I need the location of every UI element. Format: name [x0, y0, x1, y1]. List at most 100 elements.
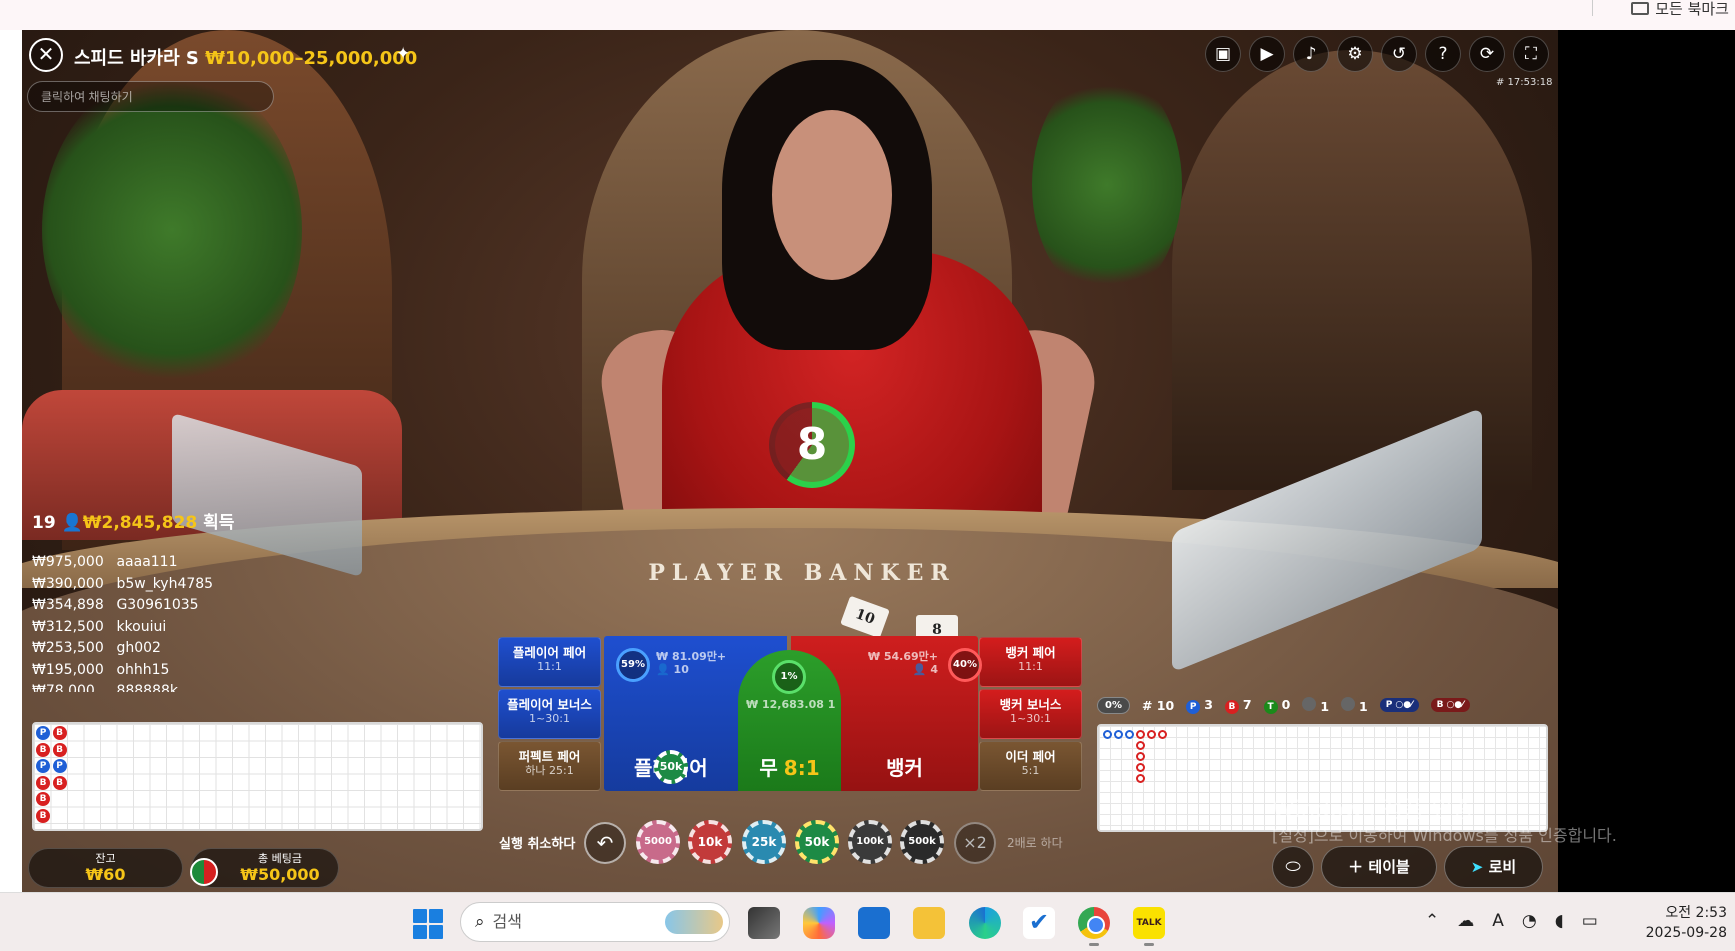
- speaker-icon[interactable]: ◖: [1555, 911, 1564, 931]
- banker-bet-stats: ₩ 54.69만+ 👤 4: [862, 650, 938, 676]
- taskbar-search[interactable]: ⌕ 검색: [460, 902, 730, 942]
- undo-button[interactable]: ↶: [584, 822, 626, 864]
- bead-player: P: [36, 759, 50, 773]
- road-mark: [1103, 730, 1112, 739]
- viewport-side-bar: [1558, 30, 1735, 892]
- settings-icon[interactable]: ⚙: [1337, 36, 1373, 72]
- all-bookmarks-label: 모든 북마크: [1655, 0, 1729, 18]
- top-control-bar: ▣ ▶ ♪ ⚙ ↺ ? ⟳ ⛶: [1205, 36, 1549, 72]
- bead-player: P: [36, 726, 50, 740]
- chevron-up-icon[interactable]: ⌃: [1425, 911, 1439, 931]
- bet-countdown-timer: 8: [769, 402, 855, 488]
- dealer-face: [772, 110, 892, 280]
- bet-odds: 5:1: [1021, 764, 1040, 777]
- undo-label: 실행 취소하다: [499, 837, 576, 852]
- road-mark: [1136, 752, 1145, 761]
- chip-100k[interactable]: 100k: [848, 820, 892, 864]
- winner-amount: ₩253,500: [32, 640, 104, 656]
- search-icon: ⌕: [475, 912, 485, 932]
- tie-bet-area[interactable]: 1% ₩ 12,683.08 1 무 8:1: [738, 650, 841, 791]
- bead-banker: B: [36, 792, 50, 806]
- kakaotalk-icon[interactable]: TALK: [1133, 907, 1165, 939]
- network-icon[interactable]: ⟳: [1469, 36, 1505, 72]
- banker-prediction-button[interactable]: B ○●⁄: [1430, 698, 1470, 712]
- winner-user: aaaa111: [116, 554, 178, 570]
- bet-label: 플레이어 보너스: [507, 697, 592, 712]
- bet-label: 뱅커 페어: [1005, 645, 1056, 660]
- chip-25k[interactable]: 25k: [742, 820, 786, 864]
- volume-icon[interactable]: ♪: [1293, 36, 1329, 72]
- placed-chip: 50k: [654, 750, 688, 784]
- road-mark: [1158, 730, 1167, 739]
- pin-icon[interactable]: ✦: [396, 44, 410, 64]
- onedrive-icon[interactable]: ☁: [1457, 911, 1474, 931]
- video-icon[interactable]: ▶: [1249, 36, 1285, 72]
- todo-icon[interactable]: ✔: [1023, 907, 1055, 939]
- help-icon[interactable]: ?: [1425, 36, 1461, 72]
- winner-row: ₩354,898 G30961035: [32, 595, 213, 617]
- perfect-pair-bet[interactable]: 퍼펙트 페어 하나 25:1: [498, 741, 601, 791]
- folder-icon: [1631, 1, 1650, 15]
- bead-banker: B: [52, 742, 67, 757]
- close-icon[interactable]: ✕: [29, 38, 63, 72]
- bet-odds: 하나 25:1: [525, 764, 574, 777]
- balance-label: 잔고: [95, 852, 116, 865]
- winner-user: kkouiui: [116, 618, 167, 635]
- ime-icon[interactable]: A: [1492, 911, 1504, 931]
- banker-pair-bet[interactable]: 뱅커 페어 11:1: [979, 637, 1082, 687]
- battery-icon[interactable]: ▭: [1582, 911, 1598, 931]
- add-table-button[interactable]: ＋ 테이블: [1321, 846, 1437, 888]
- windows-start-icon[interactable]: [413, 909, 443, 939]
- fullscreen-icon[interactable]: ⛶: [1513, 36, 1549, 72]
- chip-5000[interactable]: 5000: [636, 820, 680, 864]
- history-icon[interactable]: ↺: [1381, 36, 1417, 72]
- chat-icon[interactable]: ▣: [1205, 36, 1241, 72]
- winner-row: ₩312,500 kkouiui: [32, 617, 213, 639]
- player-bonus-bet[interactable]: 플레이어 보너스 1~30:1: [498, 689, 601, 739]
- bet-odds: 11:1: [1018, 660, 1043, 673]
- double-button[interactable]: ×2: [954, 822, 996, 864]
- copilot-icon[interactable]: [803, 907, 835, 939]
- chip-500k[interactable]: 500k: [900, 820, 944, 864]
- player-dot-icon: P: [1186, 699, 1201, 714]
- taskbar-clock[interactable]: 오전 2:53 2025-09-28: [1645, 903, 1727, 943]
- chip-10k[interactable]: 10k: [688, 820, 732, 864]
- plant-decoration: [42, 70, 302, 390]
- wifi-icon[interactable]: ◔: [1522, 911, 1537, 931]
- player-wins-count: 3: [1204, 696, 1213, 712]
- edge-browser-icon[interactable]: [969, 907, 1001, 939]
- road-mark: [1136, 741, 1145, 750]
- all-bookmarks-button[interactable]: 모든 북마크: [1631, 0, 1729, 18]
- chat-input[interactable]: [27, 81, 274, 112]
- bead-banker: B: [52, 775, 67, 790]
- banker-bonus-bet[interactable]: 뱅커 보너스 1~30:1: [979, 689, 1082, 739]
- winner-amount: ₩354,898: [32, 597, 104, 613]
- road-mark: [1136, 730, 1145, 739]
- player-prediction-label: P: [1385, 700, 1393, 710]
- winners-count: 19: [32, 513, 56, 533]
- player-pair-bet[interactable]: 플레이어 페어 11:1: [498, 637, 601, 687]
- bet-label: 뱅커 보너스: [999, 697, 1062, 712]
- bead-road[interactable]: PBBBPPBBBB: [32, 722, 483, 831]
- either-pair-bet[interactable]: 이더 페어 5:1: [979, 741, 1082, 791]
- bet-label: 퍼펙트 페어: [518, 749, 581, 764]
- banker-prediction-label: B: [1436, 700, 1444, 710]
- clock-date: 2025-09-28: [1645, 925, 1727, 941]
- file-explorer-icon[interactable]: [913, 907, 945, 939]
- task-view-icon[interactable]: [748, 907, 780, 939]
- table-limits: ₩10,000–25,000,000: [205, 48, 418, 69]
- player-prediction-button[interactable]: P ○●⁄: [1379, 698, 1419, 712]
- chrome-icon[interactable]: [1078, 907, 1110, 939]
- chip-50k[interactable]: 50k: [795, 820, 839, 864]
- layout-toggle-button[interactable]: ⬭: [1272, 846, 1314, 888]
- winner-user: 888888k: [116, 683, 179, 692]
- active-app-indicator: [1089, 943, 1099, 946]
- lobby-button[interactable]: ➤ 로비: [1444, 846, 1543, 888]
- banker-wins-count: 7: [1242, 696, 1252, 712]
- microsoft-store-icon[interactable]: [858, 907, 890, 939]
- lobby-label: 로비: [1488, 858, 1517, 876]
- system-tray: ⌃ ☁ A ◔ ◖ ▭: [1425, 911, 1598, 931]
- windows-activation-watermark: Windows 정품 인증: [1272, 797, 1474, 823]
- bet-odds: 1~30:1: [1010, 712, 1051, 725]
- chip-stack-icon: [190, 858, 218, 886]
